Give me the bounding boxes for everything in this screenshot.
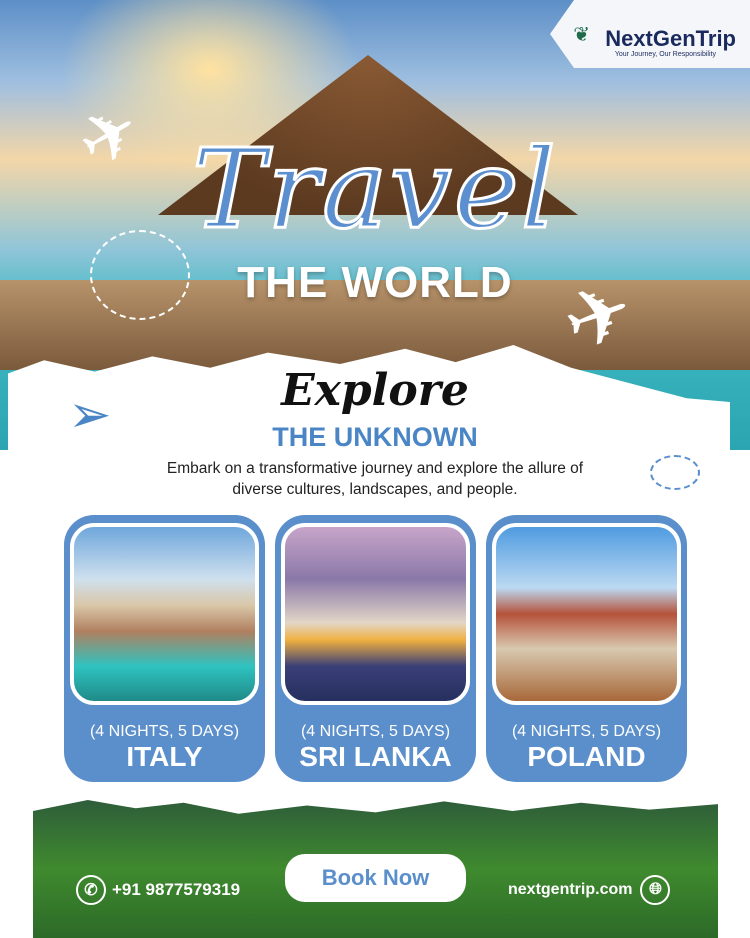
package-duration: (4 NIGHTS, 5 DAYS): [511, 723, 662, 740]
hero-title: Travel: [191, 124, 558, 255]
italy-image: [70, 523, 259, 705]
package-card-italy[interactable]: (4 NIGHTS, 5 DAYS) ITALY: [64, 515, 265, 782]
hero-subtitle: THE WORLD: [237, 258, 513, 307]
logo-mark-icon: ❦: [573, 24, 590, 46]
website-url: nextgentrip.com: [508, 881, 633, 898]
package-card-sri-lanka[interactable]: (4 NIGHTS, 5 DAYS) SRI LANKA: [275, 515, 476, 782]
explore-script: Explore: [281, 365, 469, 416]
brand-name: NextGenTrip: [605, 26, 736, 51]
package-card-poland[interactable]: (4 NIGHTS, 5 DAYS) POLAND: [486, 515, 687, 782]
section-heading: THE UNKNOWN: [272, 422, 478, 452]
package-duration: (4 NIGHTS, 5 DAYS): [300, 723, 451, 740]
poland-image: [492, 523, 681, 705]
globe-icon: 🌐︎: [640, 875, 671, 905]
sri-lanka-image: [281, 523, 470, 705]
package-destination: POLAND: [527, 741, 646, 772]
book-now-button[interactable]: Book Now: [285, 854, 466, 902]
package-destination: SRI LANKA: [299, 741, 452, 772]
brand-tagline: Your Journey, Our Responsibility: [614, 51, 716, 58]
package-destination: ITALY: [126, 741, 203, 772]
phone-icon: ✆: [76, 875, 106, 905]
phone-contact[interactable]: ✆ +91 9877579319: [76, 875, 240, 905]
phone-number: +91 9877579319: [112, 880, 241, 899]
section-description: Embark on a transformative journey and e…: [166, 460, 584, 498]
package-duration: (4 NIGHTS, 5 DAYS): [89, 723, 240, 740]
dashed-loop: [650, 455, 700, 490]
website-link[interactable]: nextgentrip.com 🌐︎: [508, 875, 671, 905]
